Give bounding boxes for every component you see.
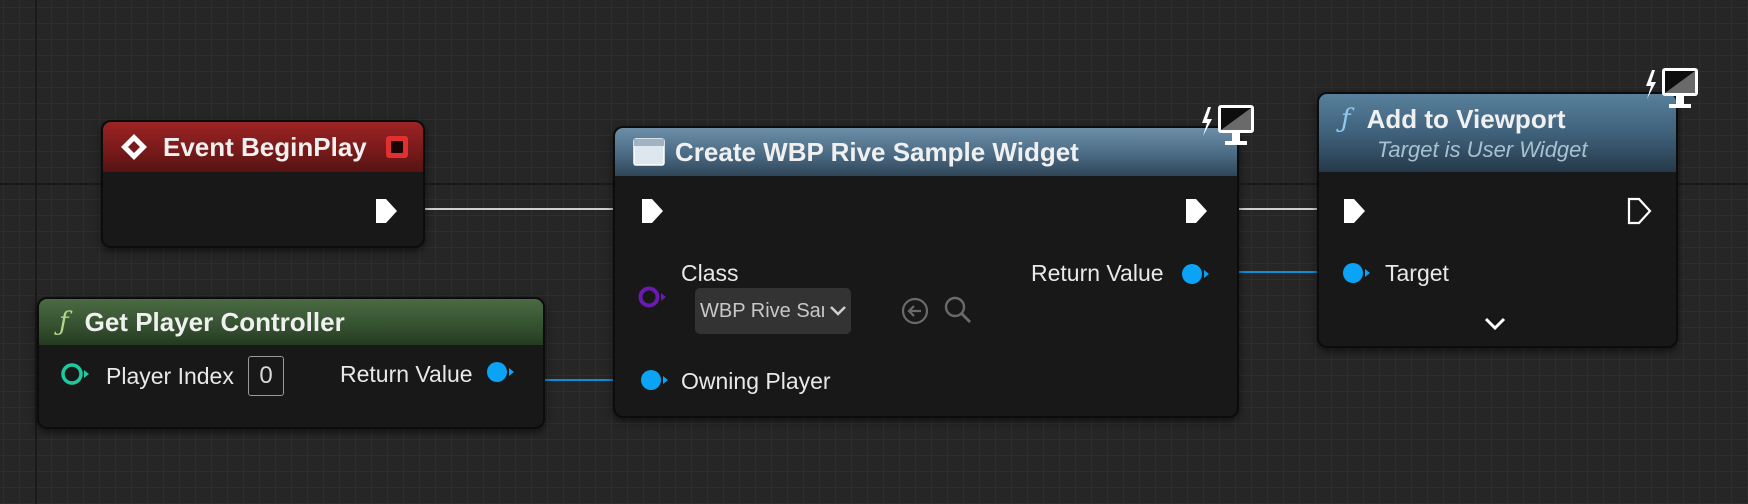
player-index-pin[interactable]: [60, 361, 90, 387]
chevron-down-icon: [830, 306, 846, 316]
get-player-controller-node[interactable]: ƒ Get Player Controller Player Index 0 R…: [37, 297, 545, 429]
node-title: Add to Viewport: [1366, 103, 1566, 134]
event-diamond-icon: [121, 134, 147, 160]
target-pin[interactable]: [1341, 260, 1371, 286]
expand-chevron-icon[interactable]: [1483, 316, 1507, 332]
target-label: Target: [1385, 260, 1449, 286]
return-value-pin[interactable]: [485, 359, 515, 385]
node-header: ƒ Add to Viewport Target is User Widget: [1319, 94, 1676, 172]
return-value-label: Return Value: [1031, 260, 1164, 286]
player-index-input[interactable]: 0: [248, 356, 284, 396]
return-value-pin[interactable]: [1180, 261, 1210, 287]
function-icon: ƒ: [59, 307, 69, 337]
client-only-icon: [1646, 68, 1698, 108]
node-title: Event BeginPlay: [163, 131, 367, 162]
exec-output-pin[interactable]: [1626, 197, 1652, 225]
widget-icon: [633, 138, 665, 166]
player-index-label: Player Index: [106, 363, 234, 389]
node-title: Create WBP Rive Sample Widget: [675, 136, 1079, 167]
class-dropdown[interactable]: WBP Rive Sampl: [695, 288, 851, 334]
node-header: Event BeginPlay: [103, 122, 423, 172]
event-beginplay-node[interactable]: Event BeginPlay: [101, 120, 425, 248]
exec-input-pin[interactable]: [1341, 197, 1367, 225]
function-icon: ƒ: [1341, 104, 1351, 134]
node-header: Create WBP Rive Sample Widget: [615, 128, 1237, 176]
exec-output-pin[interactable]: [1183, 197, 1209, 225]
stop-icon: [386, 136, 408, 158]
search-icon[interactable]: [942, 294, 974, 326]
node-header: ƒ Get Player Controller: [39, 299, 543, 345]
exec-output-pin[interactable]: [373, 197, 399, 225]
return-value-label: Return Value: [340, 361, 473, 387]
owning-player-label: Owning Player: [681, 368, 831, 394]
create-widget-node[interactable]: Create WBP Rive Sample Widget Class WBP …: [613, 126, 1239, 418]
class-pin[interactable]: [637, 284, 667, 310]
owning-player-pin[interactable]: [639, 367, 669, 393]
class-label: Class: [681, 260, 739, 286]
exec-input-pin[interactable]: [639, 197, 665, 225]
class-dropdown-value: WBP Rive Sampl: [700, 299, 824, 322]
node-title: Get Player Controller: [84, 306, 345, 337]
node-subtitle: Target is User Widget: [1377, 136, 1588, 162]
use-selected-asset-icon[interactable]: [900, 296, 930, 326]
client-only-icon: [1202, 105, 1254, 145]
add-to-viewport-node[interactable]: ƒ Add to Viewport Target is User Widget …: [1317, 92, 1678, 348]
